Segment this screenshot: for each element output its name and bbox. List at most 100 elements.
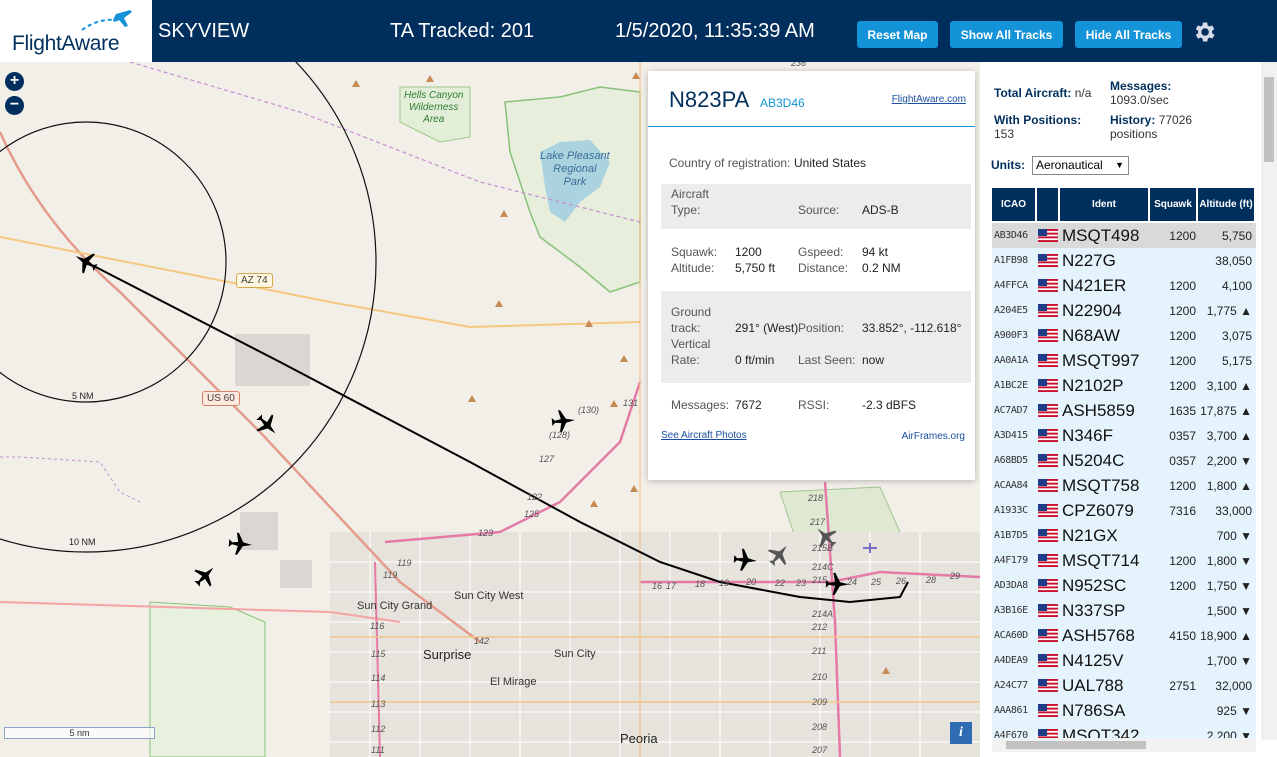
position-label: Position:	[798, 321, 845, 335]
row-altitude: 2,200 ▼	[1198, 454, 1252, 468]
table-row[interactable]: A1FB98 N227G 38,050	[992, 248, 1256, 273]
row-squawk: 0357	[1169, 429, 1196, 443]
table-row[interactable]: A4DEA9 N4125V 1,700 ▼	[992, 648, 1256, 673]
table-row[interactable]: ACAA84 MSQT758 1200 1,800 ▲	[992, 473, 1256, 498]
map-scale-bar: 5 nm	[4, 727, 155, 739]
exit-label: 111	[371, 745, 385, 755]
altitude-trend-icon: ▲	[1240, 379, 1252, 393]
aircraft-photos-link[interactable]: See Aircraft Photos	[661, 430, 747, 441]
table-row[interactable]: A900F3 N68AW 1200 3,075	[992, 323, 1256, 348]
row-icao: A1FB98	[994, 255, 1028, 266]
row-altitude: 4,100	[1198, 279, 1252, 293]
altitude-trend-icon: ▼	[1240, 604, 1252, 618]
scrollbar-thumb[interactable]	[1264, 77, 1274, 162]
table-horizontal-scrollbar[interactable]	[992, 738, 1256, 752]
messages-stat-value: 1093.0/sec	[1110, 93, 1169, 107]
ground-track-label: Ground track:	[671, 305, 712, 335]
column-header-ident[interactable]: Ident	[1060, 188, 1148, 221]
row-icao: A900F3	[994, 330, 1028, 341]
table-row[interactable]: A1B7D5 N21GX 700 ▼	[992, 523, 1256, 548]
messages-stat-label: Messages:	[1110, 79, 1172, 93]
table-row[interactable]: A24C77 UAL788 2751 32,000	[992, 673, 1256, 698]
row-altitude-value: 1,750	[1206, 579, 1237, 593]
table-row[interactable]: ACA60D ASH5768 4150 18,900 ▲	[992, 623, 1256, 648]
us-flag-icon	[1038, 454, 1058, 467]
last-seen-value: now	[862, 353, 885, 367]
table-row[interactable]: A1BC2E N2102P 1200 3,100 ▲	[992, 373, 1256, 398]
table-row[interactable]: A68BD5 N5204C 0357 2,200 ▼	[992, 448, 1256, 473]
row-icao: A1933C	[994, 505, 1028, 516]
sidebar-vertical-scrollbar[interactable]	[1261, 62, 1277, 740]
table-row[interactable]: A4FFCA N421ER 1200 4,100	[992, 273, 1256, 298]
table-row[interactable]: A3B16E N337SP 1,500 ▼	[992, 598, 1256, 623]
country-value: United States	[794, 156, 867, 170]
gspeed-label: Gspeed:	[798, 245, 844, 259]
row-altitude-value: 3,075	[1221, 329, 1252, 343]
ring-label-10nm: 10 NM	[69, 537, 96, 547]
chevron-down-icon: ▼	[1115, 160, 1124, 170]
row-icao: A204E5	[994, 305, 1028, 316]
table-row[interactable]: A4F179 MSQT714 1200 1,800 ▼	[992, 548, 1256, 573]
hide-all-tracks-button[interactable]: Hide All Tracks	[1075, 21, 1182, 48]
reset-map-button[interactable]: Reset Map	[857, 21, 938, 48]
column-header-flag[interactable]	[1037, 188, 1058, 221]
row-icao: AD3DA8	[994, 580, 1028, 591]
with-positions-stat: With Positions: 153	[994, 113, 1081, 141]
table-row[interactable]: AAA861 N786SA 925 ▼	[992, 698, 1256, 723]
table-row[interactable]: AA0A1A MSQT997 1200 5,175	[992, 348, 1256, 373]
units-select[interactable]: Aeronautical ▼	[1032, 156, 1129, 175]
map-label-lake-pleasant: Lake Pleasant Regional Park	[540, 150, 610, 188]
popup-icao: AB3D46	[760, 96, 805, 110]
altitude-trend-icon: ▲	[1240, 629, 1252, 643]
row-altitude-value: 3,700	[1206, 429, 1237, 443]
row-ident: N421ER	[1062, 276, 1127, 295]
map-label-surprise: Surprise	[423, 647, 472, 662]
exit-label: 119	[397, 558, 412, 568]
column-header-icao[interactable]: ICAO	[992, 188, 1035, 221]
show-all-tracks-button[interactable]: Show All Tracks	[950, 21, 1063, 48]
exit-label: 212	[812, 622, 828, 632]
row-squawk: 1200	[1169, 329, 1196, 343]
altitude-trend-icon: ▲	[1240, 404, 1252, 418]
table-row[interactable]: A204E5 N22904 1200 1,775 ▲	[992, 298, 1256, 323]
row-ident: N227G	[1062, 251, 1116, 270]
row-altitude-value: 17,875	[1200, 404, 1237, 418]
row-squawk: 2751	[1169, 679, 1196, 693]
row-icao: AC7AD7	[994, 405, 1028, 416]
us-flag-icon	[1038, 579, 1058, 592]
exit-label: 208	[812, 722, 828, 732]
row-altitude: 18,900 ▲	[1198, 629, 1252, 643]
exit-label: 127	[539, 454, 555, 464]
flightaware-logo[interactable]: FlightAware	[0, 0, 152, 62]
total-aircraft-label: Total Aircraft:	[994, 86, 1072, 100]
zoom-out-button[interactable]: −	[5, 96, 24, 115]
altitude-trend-icon: ▲	[1240, 429, 1252, 443]
scrollbar-thumb[interactable]	[1006, 741, 1146, 749]
shield-us60: US 60	[202, 391, 240, 406]
exit-label: 23	[796, 578, 807, 588]
map-info-button[interactable]: i	[950, 722, 972, 744]
column-header-altitude[interactable]: Altitude (ft)	[1198, 188, 1254, 221]
row-squawk: 1200	[1169, 554, 1196, 568]
gear-icon[interactable]	[1191, 19, 1217, 45]
popup-track-row: Ground track: 291° (West) Position: 33.8…	[661, 291, 971, 383]
row-altitude-value: 925	[1216, 704, 1237, 718]
table-row[interactable]: A1933C CPZ6079 7316 33,000	[992, 498, 1256, 523]
exit-label: 114	[371, 673, 386, 683]
history-stat: History: 77026 positions	[1110, 113, 1235, 141]
table-row[interactable]: AC7AD7 ASH5859 1635 17,875 ▲	[992, 398, 1256, 423]
map-label-el-mirage: El Mirage	[490, 676, 537, 688]
flightaware-link[interactable]: FlightAware.com	[892, 94, 966, 105]
table-row[interactable]: AD3DA8 N952SC 1200 1,750 ▼	[992, 573, 1256, 598]
table-row[interactable]: AB3D46 MSQT498 1200 5,750	[992, 223, 1256, 248]
zoom-in-button[interactable]: +	[5, 72, 24, 91]
row-squawk: 4150	[1169, 629, 1196, 643]
clock: 1/5/2020, 11:35:39 AM	[615, 20, 815, 42]
airframes-link[interactable]: AirFrames.org	[902, 431, 965, 442]
exit-label: 17	[666, 581, 677, 591]
column-header-squawk[interactable]: Squawk	[1150, 188, 1196, 221]
exit-label: 210	[812, 672, 828, 682]
row-ident: N21GX	[1062, 526, 1118, 545]
row-squawk: 1200	[1169, 579, 1196, 593]
table-row[interactable]: A3D415 N346F 0357 3,700 ▲	[992, 423, 1256, 448]
